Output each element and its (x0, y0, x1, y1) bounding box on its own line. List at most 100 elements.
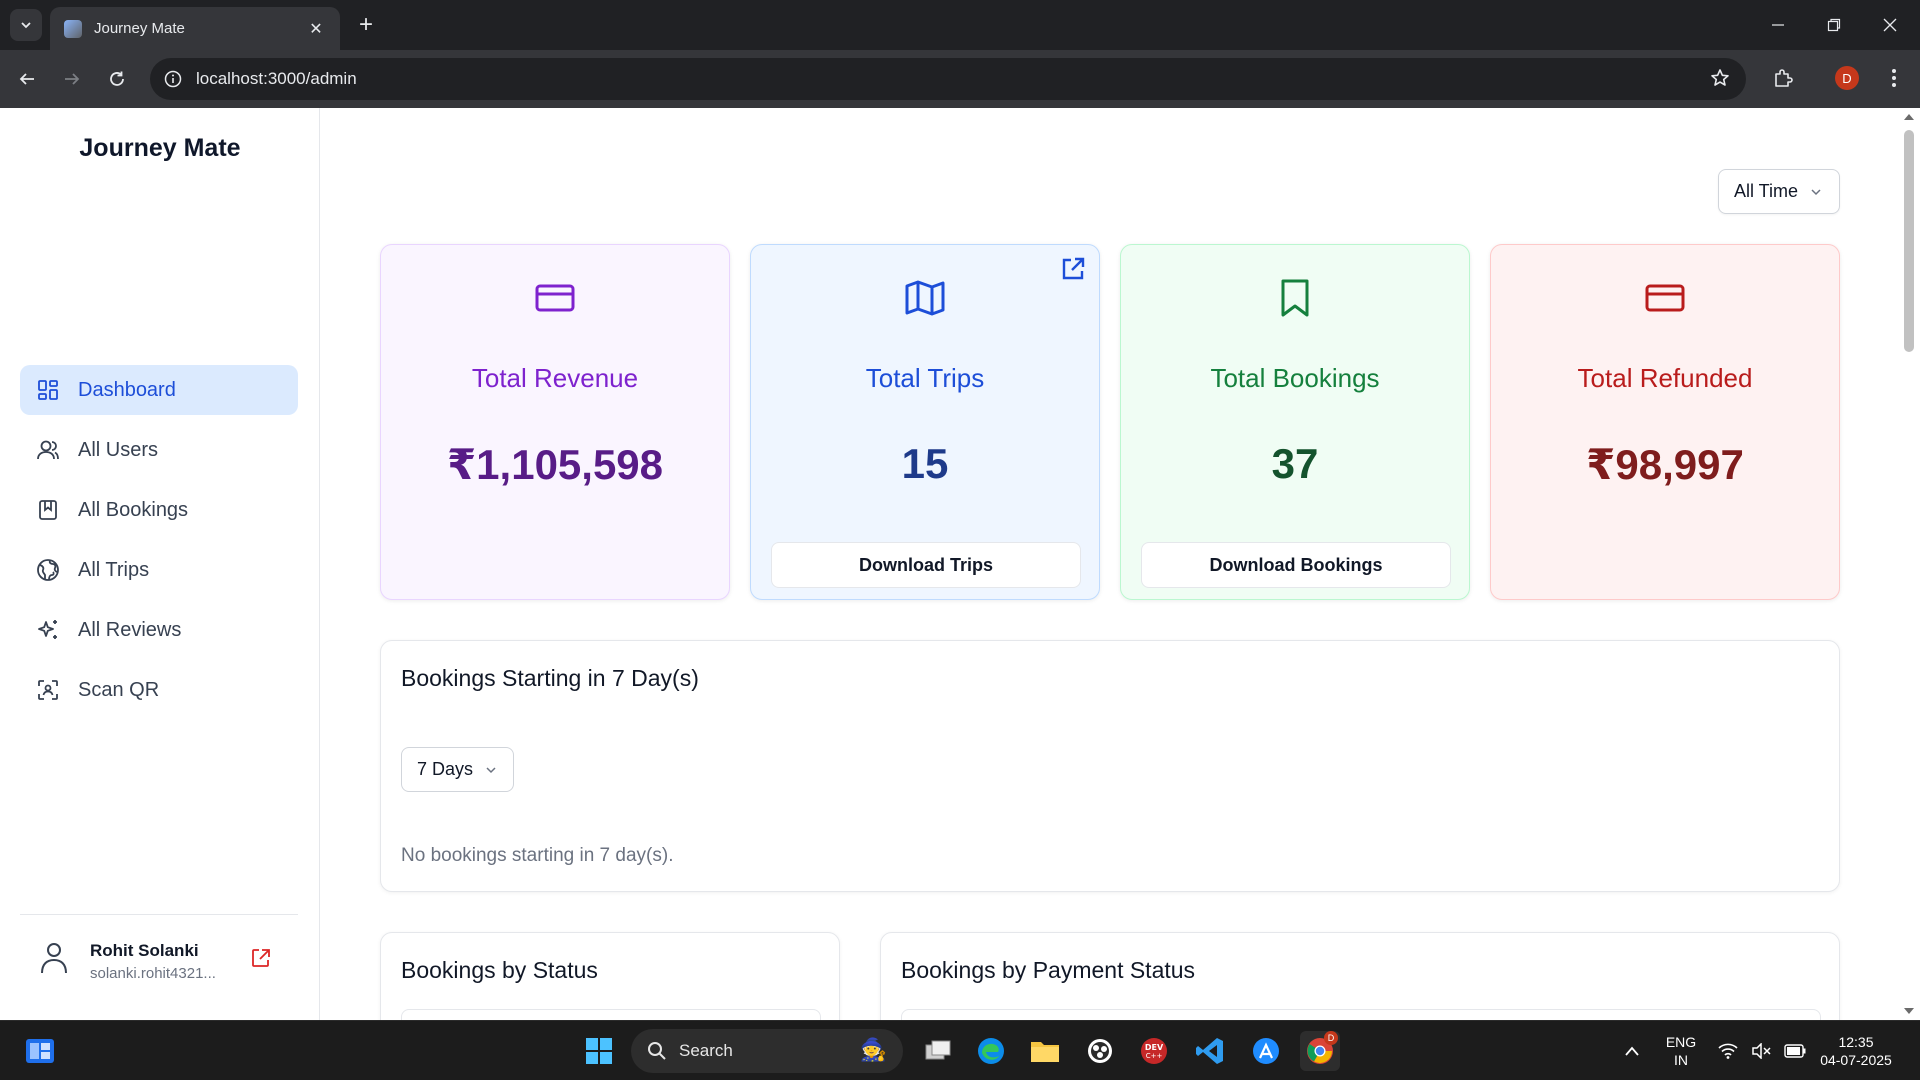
tab-search-button[interactable] (10, 9, 42, 41)
time-range-select[interactable]: All Time (1718, 169, 1840, 214)
page-scrollbar[interactable] (1898, 108, 1920, 1020)
card-value: 37 (1271, 440, 1319, 487)
card-title: Total Refunded (1577, 363, 1753, 393)
close-window-button[interactable] (1862, 0, 1918, 50)
sidebar: Journey Mate Dashboard All Users All Boo… (0, 108, 320, 1020)
svg-text:C++: C++ (1146, 1052, 1163, 1060)
widgets-icon (26, 1039, 54, 1063)
edge-app[interactable] (971, 1031, 1011, 1071)
minimize-button[interactable] (1750, 0, 1806, 50)
profile-button[interactable]: D (1827, 58, 1867, 98)
obs-icon (1088, 1039, 1112, 1063)
svg-text:DEV: DEV (1145, 1043, 1164, 1052)
logout-icon[interactable] (250, 947, 274, 971)
windows-taskbar: Search 🧙 DEV C++ D ENG IN 12:35 04-07-202… (0, 1020, 1920, 1080)
browser-tab-bar: Journey Mate ✕ + (0, 0, 1920, 50)
puzzle-icon (1775, 69, 1793, 87)
bookmark-star-icon[interactable] (1710, 68, 1730, 88)
widgets-button[interactable] (20, 1031, 60, 1071)
system-tray-status[interactable] (1712, 1031, 1812, 1071)
sidebar-item-dashboard[interactable]: Dashboard (20, 365, 298, 415)
status-chart-container (401, 1009, 821, 1020)
download-trips-button[interactable]: Download Trips (771, 542, 1081, 588)
browser-toolbar: localhost:3000/admin D (0, 50, 1920, 108)
card-title: Total Revenue (471, 363, 639, 393)
trips-card: Total Trips 15 Download Trips (750, 244, 1100, 600)
site-info-icon[interactable] (164, 70, 182, 88)
user-name: Rohit Solanki (90, 941, 199, 960)
vscode-app[interactable] (1190, 1031, 1230, 1071)
tab-close-icon[interactable]: ✕ (306, 19, 326, 39)
payment-chart-container (901, 1009, 1821, 1020)
chevron-up-icon (1625, 1046, 1639, 1056)
profile-avatar: D (1835, 66, 1859, 90)
download-bookings-button[interactable]: Download Bookings (1141, 542, 1451, 588)
address-bar[interactable]: localhost:3000/admin (150, 58, 1746, 100)
brand-title[interactable]: Journey Mate (0, 134, 320, 163)
new-tab-button[interactable]: + (352, 12, 380, 40)
clock-time: 12:35 (1838, 1034, 1874, 1050)
minimize-icon (1772, 24, 1784, 26)
file-explorer-app[interactable] (1025, 1031, 1065, 1071)
scrollbar-thumb[interactable] (1904, 130, 1914, 352)
panel-title: Bookings by Payment Status (901, 957, 1196, 983)
folder-icon (1031, 1042, 1059, 1062)
clock[interactable]: 12:35 04-07-2025 (1808, 1033, 1904, 1069)
show-hidden-icons-button[interactable] (1612, 1031, 1652, 1071)
chevron-down-icon (21, 22, 31, 29)
back-button[interactable] (11, 63, 43, 95)
more-vertical-icon (1892, 69, 1896, 87)
scroll-up-icon[interactable] (1903, 112, 1915, 122)
user-avatar-icon (36, 939, 72, 975)
forward-button[interactable] (56, 63, 88, 95)
start-button[interactable] (579, 1031, 619, 1071)
bookmark-icon (1121, 277, 1469, 319)
restore-icon (1827, 18, 1841, 32)
task-view-icon (925, 1040, 951, 1060)
sidebar-item-all-bookings[interactable]: All Bookings (20, 485, 298, 535)
time-range-value: All Time (1734, 181, 1799, 201)
browser-menu-button[interactable] (1874, 58, 1914, 98)
edge-browser-icon (978, 1038, 1004, 1064)
obs-app[interactable] (1080, 1031, 1120, 1071)
sidebar-item-scan-qr[interactable]: Scan QR (20, 665, 298, 715)
sidebar-item-all-trips[interactable]: All Trips (20, 545, 298, 595)
sidebar-item-label: All Reviews (78, 618, 182, 641)
task-view-button[interactable] (918, 1031, 958, 1071)
scan-icon (36, 678, 60, 702)
windows-logo-icon (586, 1038, 612, 1064)
sidebar-item-label: All Users (78, 438, 159, 461)
bookings-by-payment-panel: Bookings by Payment Status (880, 932, 1840, 1020)
scroll-down-icon[interactable] (1903, 1006, 1915, 1016)
sidebar-item-all-users[interactable]: All Users (20, 425, 298, 475)
sidebar-item-label: Dashboard (78, 378, 176, 401)
sidebar-user-section: Rohit Solanki solanki.rohit4321... (20, 914, 298, 1020)
map-icon (751, 277, 1099, 319)
chrome-app[interactable]: D (1300, 1031, 1340, 1071)
empty-message: No bookings starting in 7 day(s). (401, 845, 674, 866)
extensions-button[interactable] (1763, 58, 1803, 98)
arrow-left-icon (19, 73, 34, 85)
devcpp-icon: DEVC++ (1141, 1038, 1167, 1064)
language-code: ENG (1665, 1034, 1697, 1050)
sparkles-icon (36, 618, 60, 642)
url-text[interactable]: localhost:3000/admin (196, 69, 357, 89)
panel-title: Bookings by Status (401, 957, 598, 983)
credit-card-icon (1491, 277, 1839, 319)
reload-button[interactable] (101, 63, 133, 95)
input-language[interactable]: ENG IN (1660, 1033, 1702, 1069)
days-select[interactable]: 7 Days (401, 747, 514, 792)
devcpp-app[interactable]: DEV C++ (1134, 1031, 1174, 1071)
dashboard-main: All Time Total Revenue ₹1,105,598 Total … (322, 108, 1898, 1020)
volume-muted-icon (1752, 1043, 1771, 1059)
browser-tab-active[interactable]: Journey Mate ✕ (50, 7, 340, 50)
battery-icon (1783, 1044, 1806, 1058)
sidebar-item-all-reviews[interactable]: All Reviews (20, 605, 298, 655)
refunded-card: Total Refunded ₹98,997 (1490, 244, 1840, 600)
panel-title: Bookings Starting in 7 Day(s) (401, 665, 699, 691)
chevron-down-icon (1811, 188, 1821, 195)
revenue-card: Total Revenue ₹1,105,598 (380, 244, 730, 600)
restore-button[interactable] (1806, 0, 1862, 50)
app-store-app[interactable] (1246, 1031, 1286, 1071)
taskbar-search[interactable]: Search 🧙 (631, 1029, 903, 1073)
